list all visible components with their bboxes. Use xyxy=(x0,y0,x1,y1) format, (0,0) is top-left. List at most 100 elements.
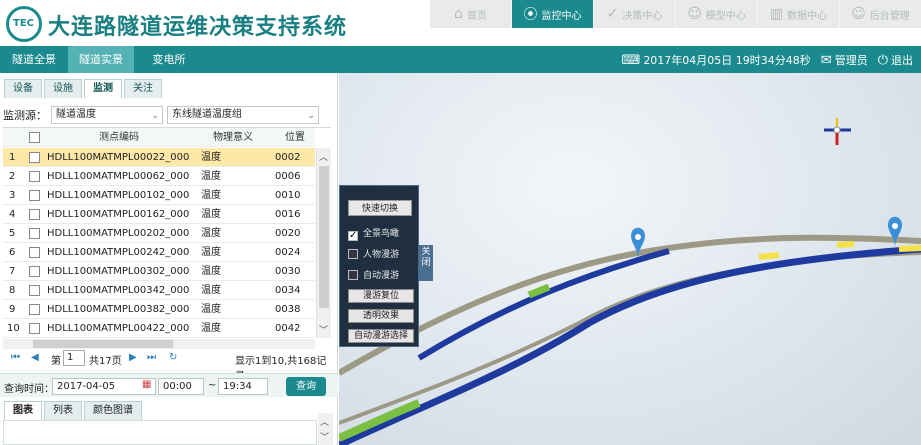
row-position: 0038 xyxy=(275,304,301,315)
row-position: 0020 xyxy=(275,228,301,239)
option-auto-roam[interactable]: 自动漫游 xyxy=(348,268,399,281)
row-checkbox[interactable] xyxy=(29,152,40,163)
mainbar-right: ⌨ 2017年04月05日 19时34分48秒 ✉ 管理员 ⏻ 退出 xyxy=(622,46,913,73)
tab-equipment[interactable]: 设备 xyxy=(4,79,42,98)
option-panorama-label: 全景鸟瞰 xyxy=(363,229,400,239)
checkbox[interactable] xyxy=(348,270,358,280)
row-checkbox[interactable] xyxy=(29,209,40,220)
table-row[interactable]: 6 HDLL100MATMPL00242_000 温度 0024 xyxy=(3,243,315,262)
nav-model[interactable]: ☺ 模型中心 xyxy=(676,0,758,28)
roam-reset-button[interactable]: 漫游复位 xyxy=(348,289,414,303)
tab-color-map[interactable]: 颜色图谱 xyxy=(84,401,142,420)
prev-page-icon[interactable]: ◀ xyxy=(31,352,39,363)
row-checkbox[interactable] xyxy=(29,171,40,182)
nav-data-label: 数据中心 xyxy=(787,10,828,22)
row-meaning: 温度 xyxy=(201,190,221,201)
main-tab-bar: 隧道全景 隧道实景 变电所 ⌨ 2017年04月05日 19时34分48秒 ✉ 管理… xyxy=(0,46,921,73)
tab-tunnel-realscene[interactable]: 隧道实景 xyxy=(68,46,134,73)
group-select[interactable]: 东线隧道温度组 ⌄ xyxy=(167,106,319,124)
tab-substation[interactable]: 变电所 xyxy=(138,46,200,73)
nav-home[interactable]: ⌂ 首页 xyxy=(430,0,512,28)
transparency-button[interactable]: 透明效果 xyxy=(348,309,414,323)
row-checkbox[interactable] xyxy=(29,228,40,239)
row-checkbox[interactable] xyxy=(29,285,40,296)
time-from-input[interactable]: 00:00 xyxy=(158,378,204,395)
table-row[interactable]: 4 HDLL100MATMPL00162_000 温度 0016 xyxy=(3,205,315,224)
tab-tunnel-panorama[interactable]: 隧道全景 xyxy=(0,46,68,73)
row-checkbox[interactable] xyxy=(29,247,40,258)
left-panel: 设备 设施 监测 关注 监测源： 隧道温度 ⌄ 东线隧道温度组 ⌄ 测点编码 物… xyxy=(0,73,338,445)
row-number: 8 xyxy=(9,285,16,296)
bar-chart-icon: ▥ xyxy=(769,6,784,22)
tab-monitoring[interactable]: 监测 xyxy=(84,79,122,98)
next-page-icon[interactable]: ▶ xyxy=(129,352,137,363)
nav-decision[interactable]: ✓ 决策中心 xyxy=(594,0,676,28)
tab-list[interactable]: 列表 xyxy=(44,401,82,420)
table-row[interactable]: 10 HDLL100MATMPL00422_000 温度 0042 xyxy=(3,319,315,338)
row-checkbox[interactable] xyxy=(29,304,40,315)
auto-roam-select-button[interactable]: 自动漫游选择 xyxy=(348,329,414,343)
table-row[interactable]: 7 HDLL100MATMPL00302_000 温度 0030 xyxy=(3,262,315,281)
bottom-vertical-scrollbar[interactable]: ︿ ﹀ xyxy=(318,413,333,445)
last-page-icon[interactable]: ⏭ xyxy=(147,352,156,363)
nav-admin[interactable]: ☺ 后台管理 xyxy=(840,0,921,28)
table-row[interactable]: 8 HDLL100MATMPL00342_000 温度 0034 xyxy=(3,281,315,300)
table-row[interactable]: 9 HDLL100MATMPL00382_000 温度 0038 xyxy=(3,300,315,319)
group-select-value: 东线隧道温度组 xyxy=(172,109,242,120)
chevron-down-icon[interactable]: ﹀ xyxy=(319,323,328,336)
row-code: HDLL100MATMPL00422_000 xyxy=(47,323,190,334)
option-panorama[interactable]: ✓ 全景鸟瞰 xyxy=(348,226,399,241)
source-select[interactable]: 隧道温度 ⌄ xyxy=(51,106,163,124)
row-meaning: 温度 xyxy=(201,152,221,163)
nav-decision-label: 决策中心 xyxy=(622,10,663,22)
measure-point-table: 测点编码 物理意义 位置 1 HDLL100MATMPL00022_000 温度… xyxy=(3,127,331,339)
tab-facility[interactable]: 设施 xyxy=(44,79,82,98)
row-number: 5 xyxy=(9,228,16,239)
checkbox[interactable] xyxy=(348,249,358,259)
nav-data[interactable]: ▥ 数据中心 xyxy=(758,0,840,28)
keyboard-icon: ⌨ xyxy=(621,52,641,68)
row-checkbox[interactable] xyxy=(29,266,40,277)
tab-chart[interactable]: 图表 xyxy=(4,401,42,420)
table-row[interactable]: 1 HDLL100MATMPL00022_000 温度 0002 xyxy=(3,148,315,167)
row-position: 0016 xyxy=(275,209,301,220)
logout-button[interactable]: ⏻ 退出 xyxy=(878,52,913,68)
scroll-thumb[interactable] xyxy=(319,166,329,308)
query-label: 查询时间： xyxy=(4,384,54,395)
quick-switch-title[interactable]: 快速切换 xyxy=(348,200,412,216)
logo-text: TEC xyxy=(13,18,34,29)
table-row[interactable]: 5 HDLL100MATMPL00202_000 温度 0020 xyxy=(3,224,315,243)
calendar-icon[interactable]: ▦ xyxy=(142,379,151,390)
table-horizontal-scrollbar[interactable] xyxy=(3,339,315,349)
option-person-roam[interactable]: 人物漫游 xyxy=(348,247,399,260)
row-checkbox[interactable] xyxy=(29,323,40,334)
page-input[interactable]: 1 xyxy=(63,350,85,366)
select-all-checkbox[interactable] xyxy=(29,132,40,143)
compass-icon[interactable] xyxy=(824,118,851,145)
query-button[interactable]: 查询 xyxy=(286,377,326,396)
first-page-icon[interactable]: ⏮ xyxy=(11,352,20,363)
date-input[interactable]: 2017-04-05 xyxy=(52,378,156,395)
row-checkbox[interactable] xyxy=(29,190,40,201)
refresh-icon[interactable]: ↻ xyxy=(169,352,177,363)
source-select-value: 隧道温度 xyxy=(56,109,96,120)
scroll-thumb[interactable] xyxy=(33,340,173,348)
admin-button[interactable]: ✉ 管理员 xyxy=(821,52,868,68)
time-to-input[interactable]: 19:34 xyxy=(218,378,268,395)
nav-monitor[interactable]: ⦿ 监控中心 xyxy=(512,0,594,28)
chevron-up-icon[interactable]: ︿ xyxy=(320,415,329,428)
chevron-up-icon[interactable]: ︿ xyxy=(319,150,328,163)
chevron-down-icon[interactable]: ﹀ xyxy=(320,430,329,443)
table-vertical-scrollbar[interactable]: ︿ ﹀ xyxy=(316,148,331,338)
tunnel-3d-view[interactable]: 快速切换 ✓ 全景鸟瞰 人物漫游 自动漫游 漫游复位 透明效果 自动漫游选择 关闭 xyxy=(339,73,921,445)
checkbox-checked[interactable]: ✓ xyxy=(348,231,358,241)
row-code: HDLL100MATMPL00062_000 xyxy=(47,171,190,182)
location-pin-icon[interactable] xyxy=(888,216,902,248)
tab-follow[interactable]: 关注 xyxy=(124,79,162,98)
quick-switch-panel: 快速切换 ✓ 全景鸟瞰 人物漫游 自动漫游 漫游复位 透明效果 自动漫游选择 xyxy=(339,185,419,347)
close-panel-tab[interactable]: 关闭 xyxy=(419,245,433,281)
table-row[interactable]: 2 HDLL100MATMPL00062_000 温度 0006 xyxy=(3,167,315,186)
table-row[interactable]: 3 HDLL100MATMPL00102_000 温度 0010 xyxy=(3,186,315,205)
range-tilde: ~ xyxy=(208,380,217,391)
row-number: 6 xyxy=(9,247,16,258)
